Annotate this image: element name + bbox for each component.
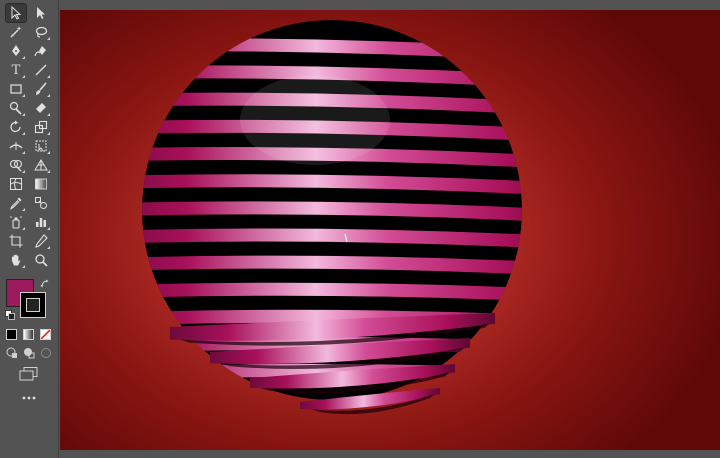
selection-tool[interactable] xyxy=(5,3,27,23)
lasso-tool[interactable] xyxy=(31,23,51,41)
gradient-mode-button[interactable] xyxy=(23,329,34,340)
rotate-tool[interactable] xyxy=(6,118,26,136)
more-tools-icon[interactable] xyxy=(21,395,37,401)
line-icon xyxy=(35,64,47,76)
swap-fill-stroke-icon[interactable] xyxy=(40,279,50,289)
column-graph-icon xyxy=(36,218,46,227)
hand-icon xyxy=(12,254,21,266)
bottom-strip xyxy=(60,450,720,458)
blend-tool[interactable] xyxy=(31,194,51,212)
paintbrush-icon xyxy=(36,82,47,95)
slice-tool[interactable] xyxy=(31,232,51,250)
draw-behind-icon[interactable] xyxy=(23,347,35,359)
pen-tool[interactable] xyxy=(6,42,26,60)
document-canvas[interactable] xyxy=(60,0,720,458)
eyedropper-tool[interactable] xyxy=(6,194,26,212)
curvature-pen-icon xyxy=(34,46,46,57)
top-ruler-strip xyxy=(60,0,720,10)
perspective-grid-tool[interactable] xyxy=(31,156,51,174)
zoom-tool[interactable] xyxy=(31,251,51,269)
curvature-tool[interactable] xyxy=(31,42,51,60)
paintbrush-tool[interactable] xyxy=(31,80,51,98)
mesh-icon xyxy=(10,178,22,190)
symbol-sprayer-icon xyxy=(10,216,22,229)
color-mode-button[interactable] xyxy=(6,329,17,340)
blend-icon xyxy=(35,197,47,209)
slice-icon xyxy=(35,234,48,248)
hand-tool[interactable] xyxy=(6,251,26,269)
type-tool[interactable]: T xyxy=(6,61,26,79)
eraser-icon xyxy=(36,103,46,113)
lasso-icon xyxy=(35,26,48,38)
default-fill-stroke-icon[interactable] xyxy=(5,310,15,320)
direct-selection-tool[interactable] xyxy=(31,4,51,22)
sphere-highlight xyxy=(240,75,390,165)
rectangle-tool[interactable] xyxy=(6,80,26,98)
gradient-tool[interactable] xyxy=(31,175,51,193)
tools-panel: T xyxy=(0,0,59,458)
type-icon: T xyxy=(11,62,21,78)
striped-sphere-artwork[interactable] xyxy=(60,10,720,450)
shaper-icon xyxy=(9,101,22,115)
eraser-tool[interactable] xyxy=(31,99,51,117)
rectangle-icon xyxy=(10,84,22,94)
direct-arrow-icon xyxy=(37,7,45,19)
width-icon xyxy=(9,142,23,150)
shape-builder-tool[interactable] xyxy=(6,156,26,174)
perspective-grid-icon xyxy=(34,159,48,171)
scale-tool[interactable] xyxy=(31,118,51,136)
artboard-tool[interactable] xyxy=(6,232,26,250)
symbol-sprayer-tool[interactable] xyxy=(6,213,26,231)
free-transform-tool[interactable] xyxy=(31,137,51,155)
zoom-icon xyxy=(35,254,48,267)
screen-mode-icon[interactable] xyxy=(19,367,39,381)
none-mode-button[interactable] xyxy=(40,329,51,340)
arrow-icon xyxy=(11,6,22,20)
scale-icon xyxy=(34,120,48,134)
draw-inside-icon[interactable] xyxy=(40,347,52,359)
pen-icon xyxy=(12,45,20,56)
shaper-tool[interactable] xyxy=(6,99,26,117)
free-transform-icon xyxy=(35,140,47,152)
magic-wand-icon xyxy=(10,26,22,38)
magic-wand-tool[interactable] xyxy=(6,23,26,41)
artboard[interactable] xyxy=(60,10,720,450)
shape-builder-icon xyxy=(9,159,23,172)
width-tool[interactable] xyxy=(6,137,26,155)
eyedropper-icon xyxy=(9,197,22,210)
rotate-icon xyxy=(10,120,21,133)
mesh-tool[interactable] xyxy=(6,175,26,193)
none-slash-icon xyxy=(41,330,50,339)
stroke-color-swatch[interactable] xyxy=(20,292,46,318)
draw-normal-icon[interactable] xyxy=(6,347,18,359)
gradient-icon xyxy=(35,178,47,190)
artboard-icon xyxy=(9,234,23,248)
line-segment-tool[interactable] xyxy=(31,61,51,79)
column-graph-tool[interactable] xyxy=(31,213,51,231)
